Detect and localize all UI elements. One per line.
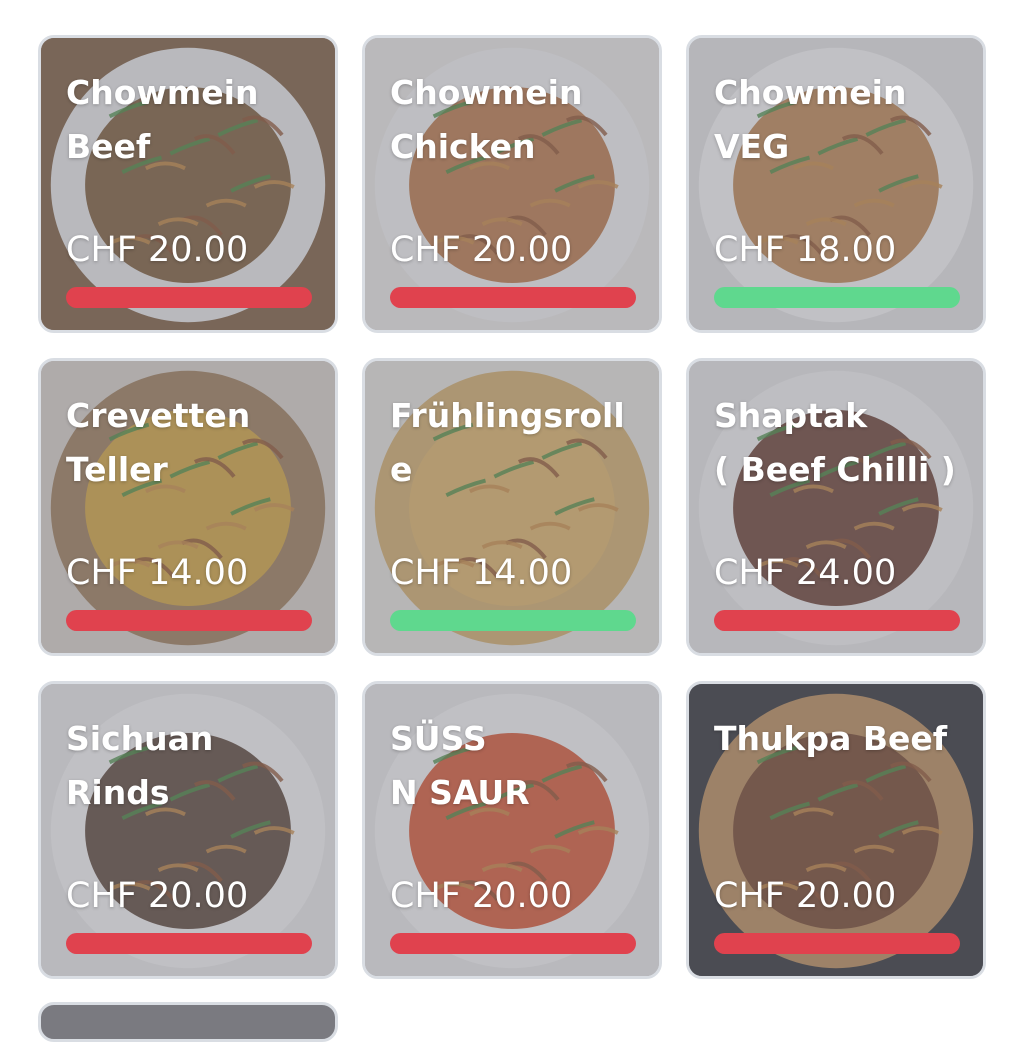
- menu-item-title: Frühlingsroll e: [390, 396, 625, 489]
- menu-item-card[interactable]: Crevetten Teller CHF 14.00: [38, 358, 338, 656]
- menu-item-card-partial[interactable]: [38, 1002, 338, 1042]
- menu-item-card[interactable]: Shaptak ( Beef Chilli ) CHF 24.00: [686, 358, 986, 656]
- menu-item-price: CHF 20.00: [66, 230, 249, 270]
- availability-bar-available: [714, 287, 960, 308]
- menu-item-price: CHF 18.00: [714, 230, 897, 270]
- availability-bar-unavailable: [714, 610, 960, 631]
- menu-item-title: Chowmein Beef: [66, 73, 259, 166]
- availability-bar-available: [390, 610, 636, 631]
- menu-item-card[interactable]: Chowmein VEG CHF 18.00: [686, 35, 986, 333]
- menu-item-title: SÜSS N SAUR: [390, 719, 530, 812]
- menu-item-price: CHF 24.00: [714, 553, 897, 593]
- menu-item-title: Chowmein VEG: [714, 73, 907, 166]
- availability-bar-unavailable: [66, 610, 312, 631]
- availability-bar-unavailable: [714, 933, 960, 954]
- availability-bar-unavailable: [66, 287, 312, 308]
- menu-item-title: Crevetten Teller: [66, 396, 251, 489]
- menu-item-title: Thukpa Beef: [714, 719, 948, 758]
- menu-item-price: CHF 14.00: [390, 553, 573, 593]
- menu-item-price: CHF 20.00: [66, 876, 249, 916]
- availability-bar-unavailable: [390, 287, 636, 308]
- menu-item-price: CHF 20.00: [390, 876, 573, 916]
- menu-grid: Chowmein Beef CHF 20.00 Chowmein Chicken CH…: [38, 35, 988, 979]
- menu-item-title: Shaptak ( Beef Chilli ): [714, 396, 956, 489]
- menu-item-card[interactable]: Thukpa Beef CHF 20.00: [686, 681, 986, 979]
- menu-item-title: Chowmein Chicken: [390, 73, 583, 166]
- menu-item-card[interactable]: Chowmein Beef CHF 20.00: [38, 35, 338, 333]
- menu-item-price: CHF 14.00: [66, 553, 249, 593]
- menu-item-price: CHF 20.00: [714, 876, 897, 916]
- menu-item-card[interactable]: Chowmein Chicken CHF 20.00: [362, 35, 662, 333]
- menu-item-card[interactable]: Sichuan Rinds CHF 20.00: [38, 681, 338, 979]
- menu-item-card[interactable]: Frühlingsroll e CHF 14.00: [362, 358, 662, 656]
- menu-item-card[interactable]: SÜSS N SAUR CHF 20.00: [362, 681, 662, 979]
- menu-item-price: CHF 20.00: [390, 230, 573, 270]
- availability-bar-unavailable: [390, 933, 636, 954]
- menu-item-title: Sichuan Rinds: [66, 719, 214, 812]
- availability-bar-unavailable: [66, 933, 312, 954]
